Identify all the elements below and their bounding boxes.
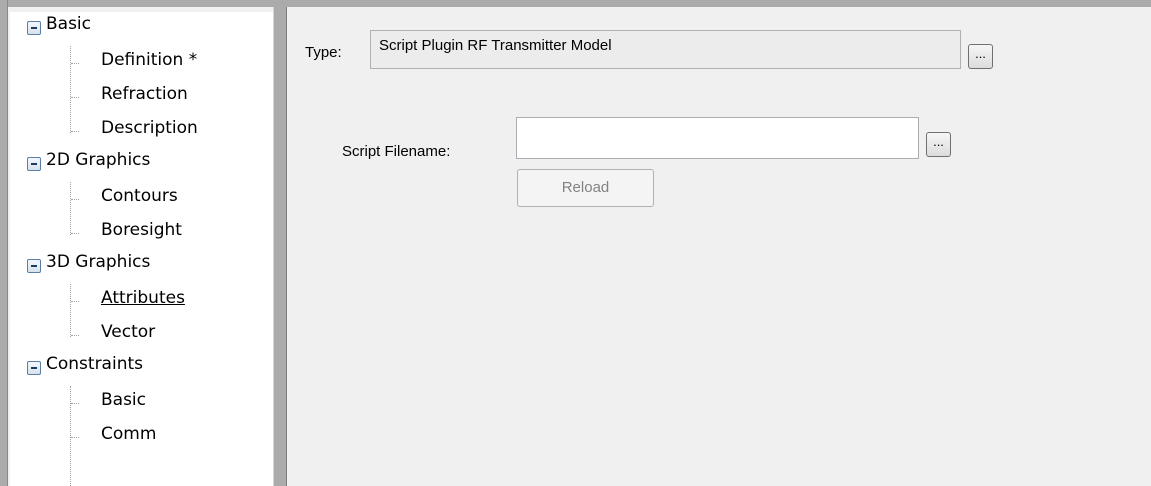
tree-branch: [71, 403, 79, 404]
tree-item-label: Definition *: [101, 50, 198, 70]
tree-item-label: Refraction: [101, 84, 188, 104]
tree-branch: [71, 63, 79, 64]
definition-panel: Type: Script Plugin RF Transmitter Model…: [287, 12, 1151, 486]
tree-group-label: Constraints: [46, 354, 143, 374]
tree-item-label: Vector: [101, 322, 156, 342]
tree-item-comm[interactable]: Comm: [10, 420, 273, 454]
script-browse-button[interactable]: ...: [926, 132, 951, 157]
tree-group-basic[interactable]: Basic: [10, 12, 273, 46]
panel-splitter[interactable]: [273, 7, 287, 486]
tree-branch: [71, 301, 79, 302]
left-border: [0, 0, 8, 486]
tree-item-refraction[interactable]: Refraction: [10, 80, 273, 114]
tree-item-label: Comm: [101, 424, 157, 444]
collapse-icon[interactable]: [27, 21, 41, 35]
script-filename-label: Script Filename:: [342, 143, 451, 160]
tree-item-constraints-basic[interactable]: Basic: [10, 386, 273, 420]
script-filename-input[interactable]: [516, 117, 919, 159]
tree-branch: [71, 199, 79, 200]
tree-branch: [71, 131, 79, 132]
collapse-icon[interactable]: [27, 361, 41, 375]
reload-button[interactable]: Reload: [517, 169, 654, 207]
tree-item-label: Attributes: [101, 288, 185, 308]
tree-item-label: Description: [101, 118, 198, 138]
tree-item-vector[interactable]: Vector: [10, 318, 273, 352]
tree-item-description[interactable]: Description: [10, 114, 273, 148]
tree-branch: [71, 437, 79, 438]
type-field: Script Plugin RF Transmitter Model: [370, 30, 961, 69]
tree-item-label: Contours: [101, 186, 178, 206]
tree-group-label: 2D Graphics: [46, 150, 151, 170]
property-tree: Basic Definition * Refraction Descriptio…: [10, 12, 273, 486]
tree-group-label: 3D Graphics: [46, 252, 151, 272]
tree-item-definition[interactable]: Definition *: [10, 46, 273, 80]
tree-item-attributes[interactable]: Attributes: [10, 284, 273, 318]
type-browse-button[interactable]: ...: [968, 44, 993, 69]
collapse-icon[interactable]: [27, 259, 41, 273]
tree-group-constraints[interactable]: Constraints: [10, 352, 273, 386]
collapse-icon[interactable]: [27, 157, 41, 171]
top-border: [0, 0, 1151, 7]
tree-item-label: Boresight: [101, 220, 182, 240]
tree-branch: [71, 335, 79, 336]
properties-window: Basic Definition * Refraction Descriptio…: [0, 0, 1151, 486]
tree-group-2d-graphics[interactable]: 2D Graphics: [10, 148, 273, 182]
tree-item-boresight[interactable]: Boresight: [10, 216, 273, 250]
tree-group-label: Basic: [46, 14, 92, 34]
tree-item-contours[interactable]: Contours: [10, 182, 273, 216]
type-label: Type:: [305, 44, 342, 61]
tree-branch: [71, 233, 79, 234]
tree-branch: [71, 97, 79, 98]
tree-item-label: Basic: [101, 390, 147, 410]
tree-group-3d-graphics[interactable]: 3D Graphics: [10, 250, 273, 284]
